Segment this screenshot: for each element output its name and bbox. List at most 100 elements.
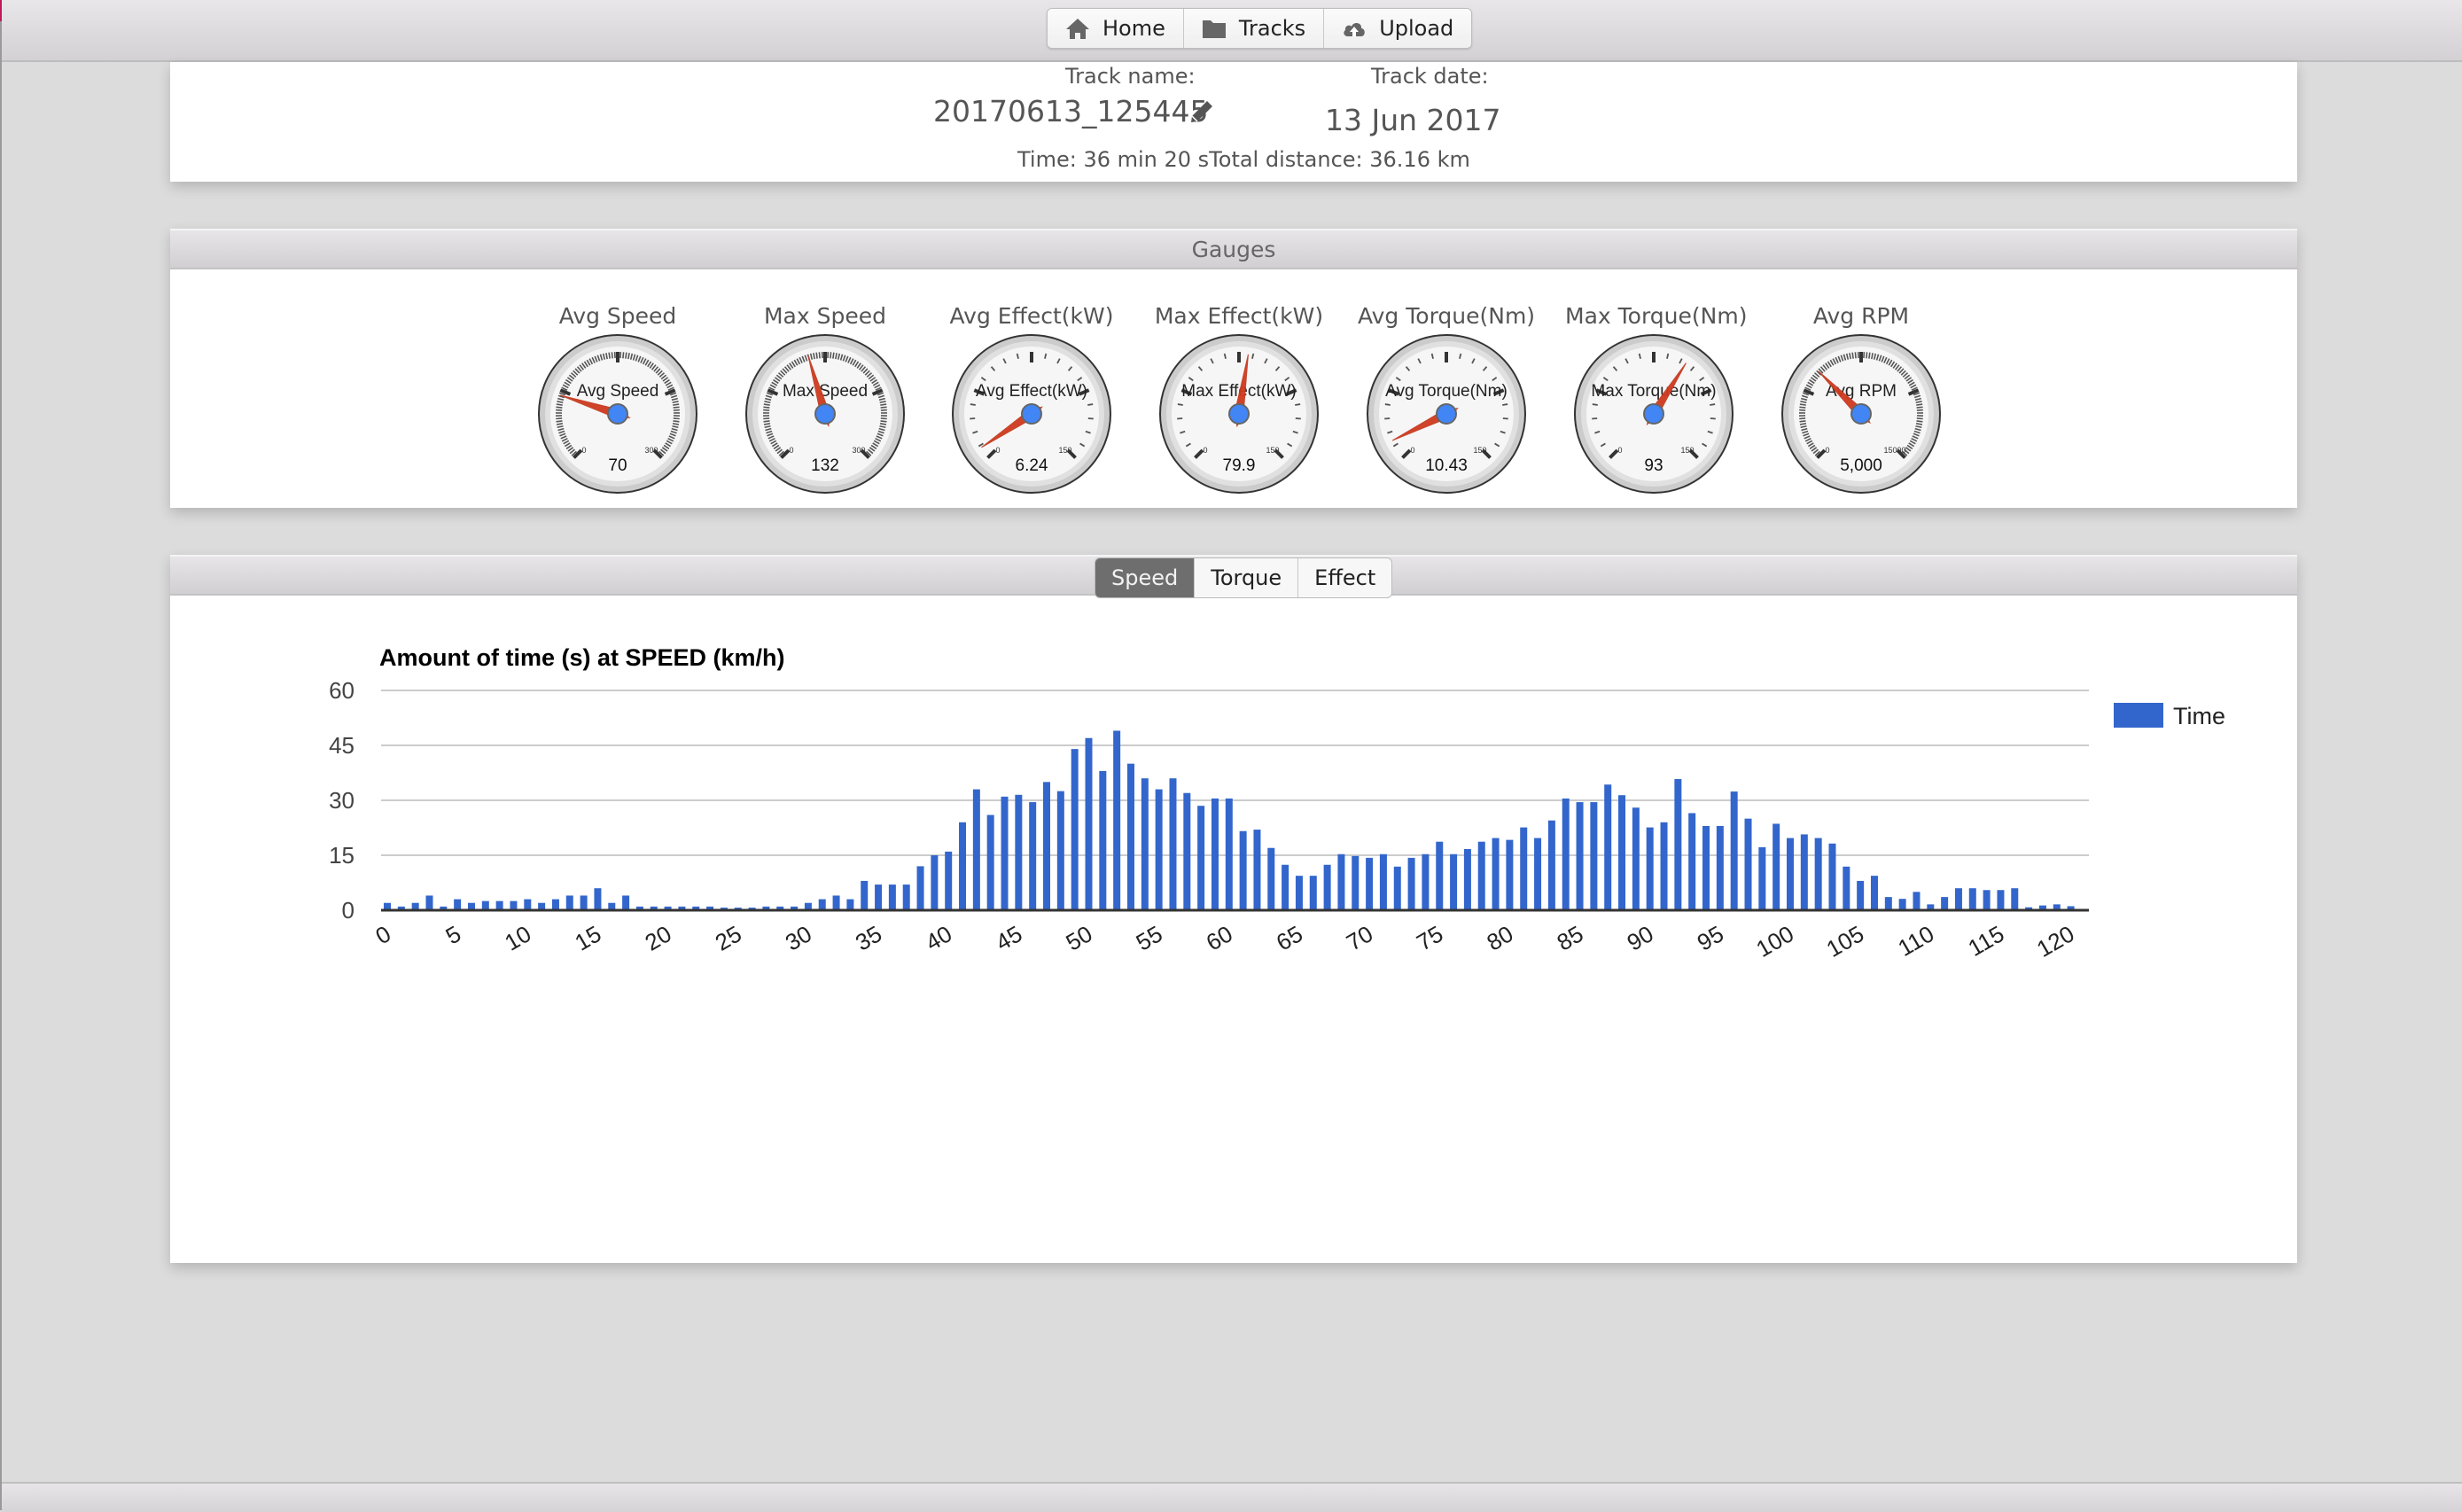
bar (1141, 778, 1149, 910)
edit-pencil-icon[interactable] (1189, 99, 1214, 124)
gauge-minor-tick (1593, 404, 1598, 405)
gauges-card: Gauges Avg SpeedAvg Speed030070Max Speed… (170, 229, 2297, 508)
home-label: Home (1102, 16, 1165, 41)
bar (1043, 782, 1050, 910)
gauges-header-title: Gauges (1192, 237, 1276, 262)
bar (1337, 854, 1344, 910)
gauge-minor-tick (970, 404, 976, 405)
x-tick-label: 80 (1482, 920, 1517, 955)
window-left-border (0, 0, 2, 1510)
bar (1183, 793, 1190, 910)
bar (1647, 828, 1654, 910)
gauge-title: Max Effect(kW) (1150, 303, 1328, 329)
x-tick-label: 40 (921, 920, 956, 955)
gauge-minor-tick (1916, 404, 1922, 405)
bar (903, 885, 910, 910)
gauge: Avg Torque(Nm)Avg Torque(Nm)015010.43 (1358, 303, 1535, 495)
speed-histogram-chart: Amount of time (s) at SPEED (km/h)015304… (170, 555, 2297, 1263)
bar (566, 895, 573, 910)
gauge-minor-tick (881, 421, 887, 422)
home-button[interactable]: Home (1048, 9, 1184, 48)
bar (1450, 854, 1457, 910)
bar (1590, 802, 1597, 910)
track-date: 13 Jun 2017 (1325, 103, 1501, 137)
x-tick-label: 15 (570, 920, 605, 955)
gauge-minor-tick (556, 418, 562, 419)
tracks-button[interactable]: Tracks (1184, 9, 1324, 48)
bar (1997, 890, 2004, 910)
gauge-minor-tick (609, 353, 610, 359)
bar (1913, 892, 1920, 910)
gauge: Max Torque(Nm)Max Torque(Nm)015093 (1565, 303, 1742, 495)
bar (1548, 821, 1555, 910)
bar (1282, 865, 1289, 910)
bar (1772, 823, 1780, 910)
x-tick-label: 20 (641, 920, 676, 955)
gauge-value: 5,000 (1840, 456, 1882, 475)
bar (425, 895, 432, 910)
gauge-max-label: 150 (1266, 446, 1279, 455)
gauge-title: Max Speed (736, 303, 914, 329)
bar (1127, 764, 1134, 910)
bar (510, 901, 517, 910)
gauge-value: 79.9 (1223, 456, 1256, 475)
y-tick-label: 60 (329, 677, 354, 704)
bar (833, 895, 840, 910)
bar (1240, 831, 1247, 910)
gauge-hub (1437, 404, 1456, 424)
bar (1731, 791, 1738, 910)
bar (889, 885, 896, 910)
bar (1955, 888, 1962, 910)
gauge-min-label: 0 (581, 446, 586, 455)
bar (1324, 865, 1331, 910)
gauge-inner-label: Avg Torque(Nm) (1385, 382, 1508, 401)
bar (875, 885, 882, 910)
bar (987, 815, 994, 910)
gauge-title: Avg Effect(kW) (943, 303, 1120, 329)
legend-swatch (2114, 703, 2163, 728)
gauge-minor-tick (881, 407, 887, 408)
gauge-value: 70 (608, 456, 627, 475)
gauge-minor-tick (1502, 404, 1508, 405)
y-tick-label: 45 (329, 732, 354, 759)
bar (580, 895, 588, 910)
bar (1212, 799, 1219, 910)
x-tick-label: 65 (1272, 920, 1307, 955)
bar (454, 900, 461, 910)
bar (1969, 888, 1976, 910)
bar (1618, 795, 1625, 910)
bar (1801, 834, 1808, 910)
bar (1478, 842, 1485, 910)
bar (973, 790, 980, 910)
gauge-title: Max Torque(Nm) (1565, 303, 1742, 329)
gauge-dial: Avg Torque(Nm)015010.43 (1365, 332, 1528, 495)
bar (846, 900, 853, 910)
bar (1253, 830, 1260, 910)
gauge-minor-tick (819, 352, 820, 358)
gauge-minor-tick (674, 407, 680, 408)
gauge-max-label: 150 (1058, 446, 1071, 455)
bar (917, 866, 924, 910)
gauge-minor-tick (1799, 418, 1805, 419)
gauge-minor-tick (674, 418, 680, 419)
gauge-minor-tick (764, 404, 770, 405)
gauge: Avg RPMAvg RPM0150005,000 (1772, 303, 1950, 495)
x-tick-label: 5 (441, 920, 466, 949)
gauge-value: 132 (811, 456, 839, 475)
gauge-min-label: 0 (1410, 446, 1414, 455)
gauge-hub (815, 404, 835, 424)
upload-button[interactable]: Upload (1324, 9, 1471, 48)
gauge-max-label: 300 (852, 446, 865, 455)
bar (1674, 779, 1681, 910)
bar (1745, 819, 1752, 910)
gauge-value: 10.43 (1425, 456, 1468, 475)
bar (931, 855, 938, 910)
gauge-minor-tick (1800, 421, 1806, 422)
gauge-dial: Max Speed0300132 (744, 332, 907, 495)
bar (1156, 790, 1163, 910)
gauge: Avg Effect(kW)Avg Effect(kW)01506.24 (943, 303, 1120, 495)
bar (1857, 881, 1864, 910)
gauge-minor-tick (673, 404, 679, 405)
gauge-minor-tick (1917, 407, 1923, 408)
bar (1885, 897, 1892, 910)
